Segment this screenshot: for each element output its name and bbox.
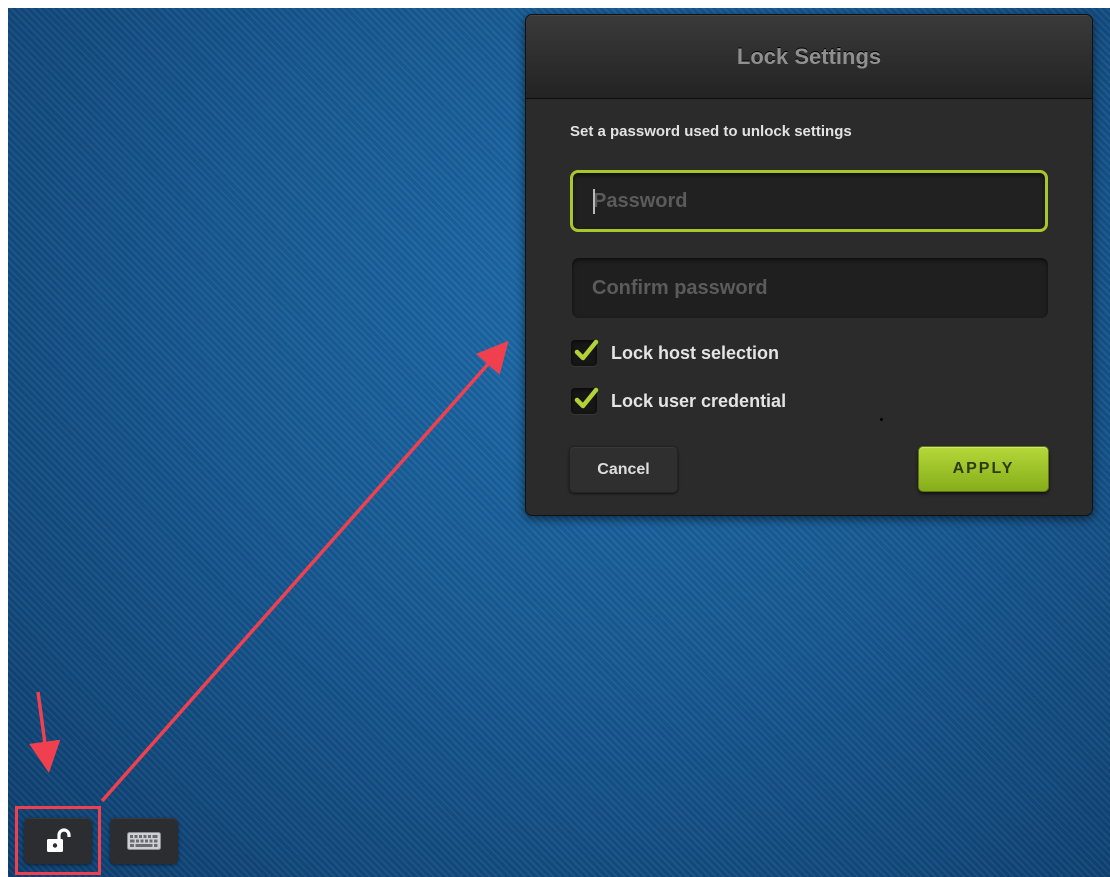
confirm-password-field[interactable] [572,258,1048,318]
password-field[interactable] [570,170,1048,232]
lock-user-credential-label: Lock user credential [611,390,787,411]
checkmark-icon [574,339,599,361]
dialog-header: Lock Settings [526,15,1092,99]
checkmark-icon [574,387,599,409]
keyboard-button[interactable] [110,818,178,864]
stray-dot [880,418,883,421]
lock-host-selection-label: Lock host selection [611,342,780,363]
dialog-title: Lock Settings [736,43,882,69]
confirm-password-input[interactable] [572,258,1048,318]
lock-host-selection-option[interactable]: Lock host selection [571,339,780,366]
apply-button[interactable]: APPLY [918,446,1049,492]
instructions-text: Set a password used to unlock settings [570,123,852,140]
lock-settings-button[interactable] [24,818,92,864]
keyboard-icon [127,832,161,850]
password-input[interactable] [573,173,1045,229]
unlock-icon [47,828,71,852]
cancel-button[interactable]: Cancel [569,446,678,493]
lock-host-selection-checkbox[interactable] [571,339,599,366]
lock-user-credential-option[interactable]: Lock user credential [571,387,787,414]
lock-settings-dialog: Lock Settings Set a password used to unl… [525,14,1093,516]
text-caret [593,189,595,214]
lock-user-credential-checkbox[interactable] [571,387,599,414]
